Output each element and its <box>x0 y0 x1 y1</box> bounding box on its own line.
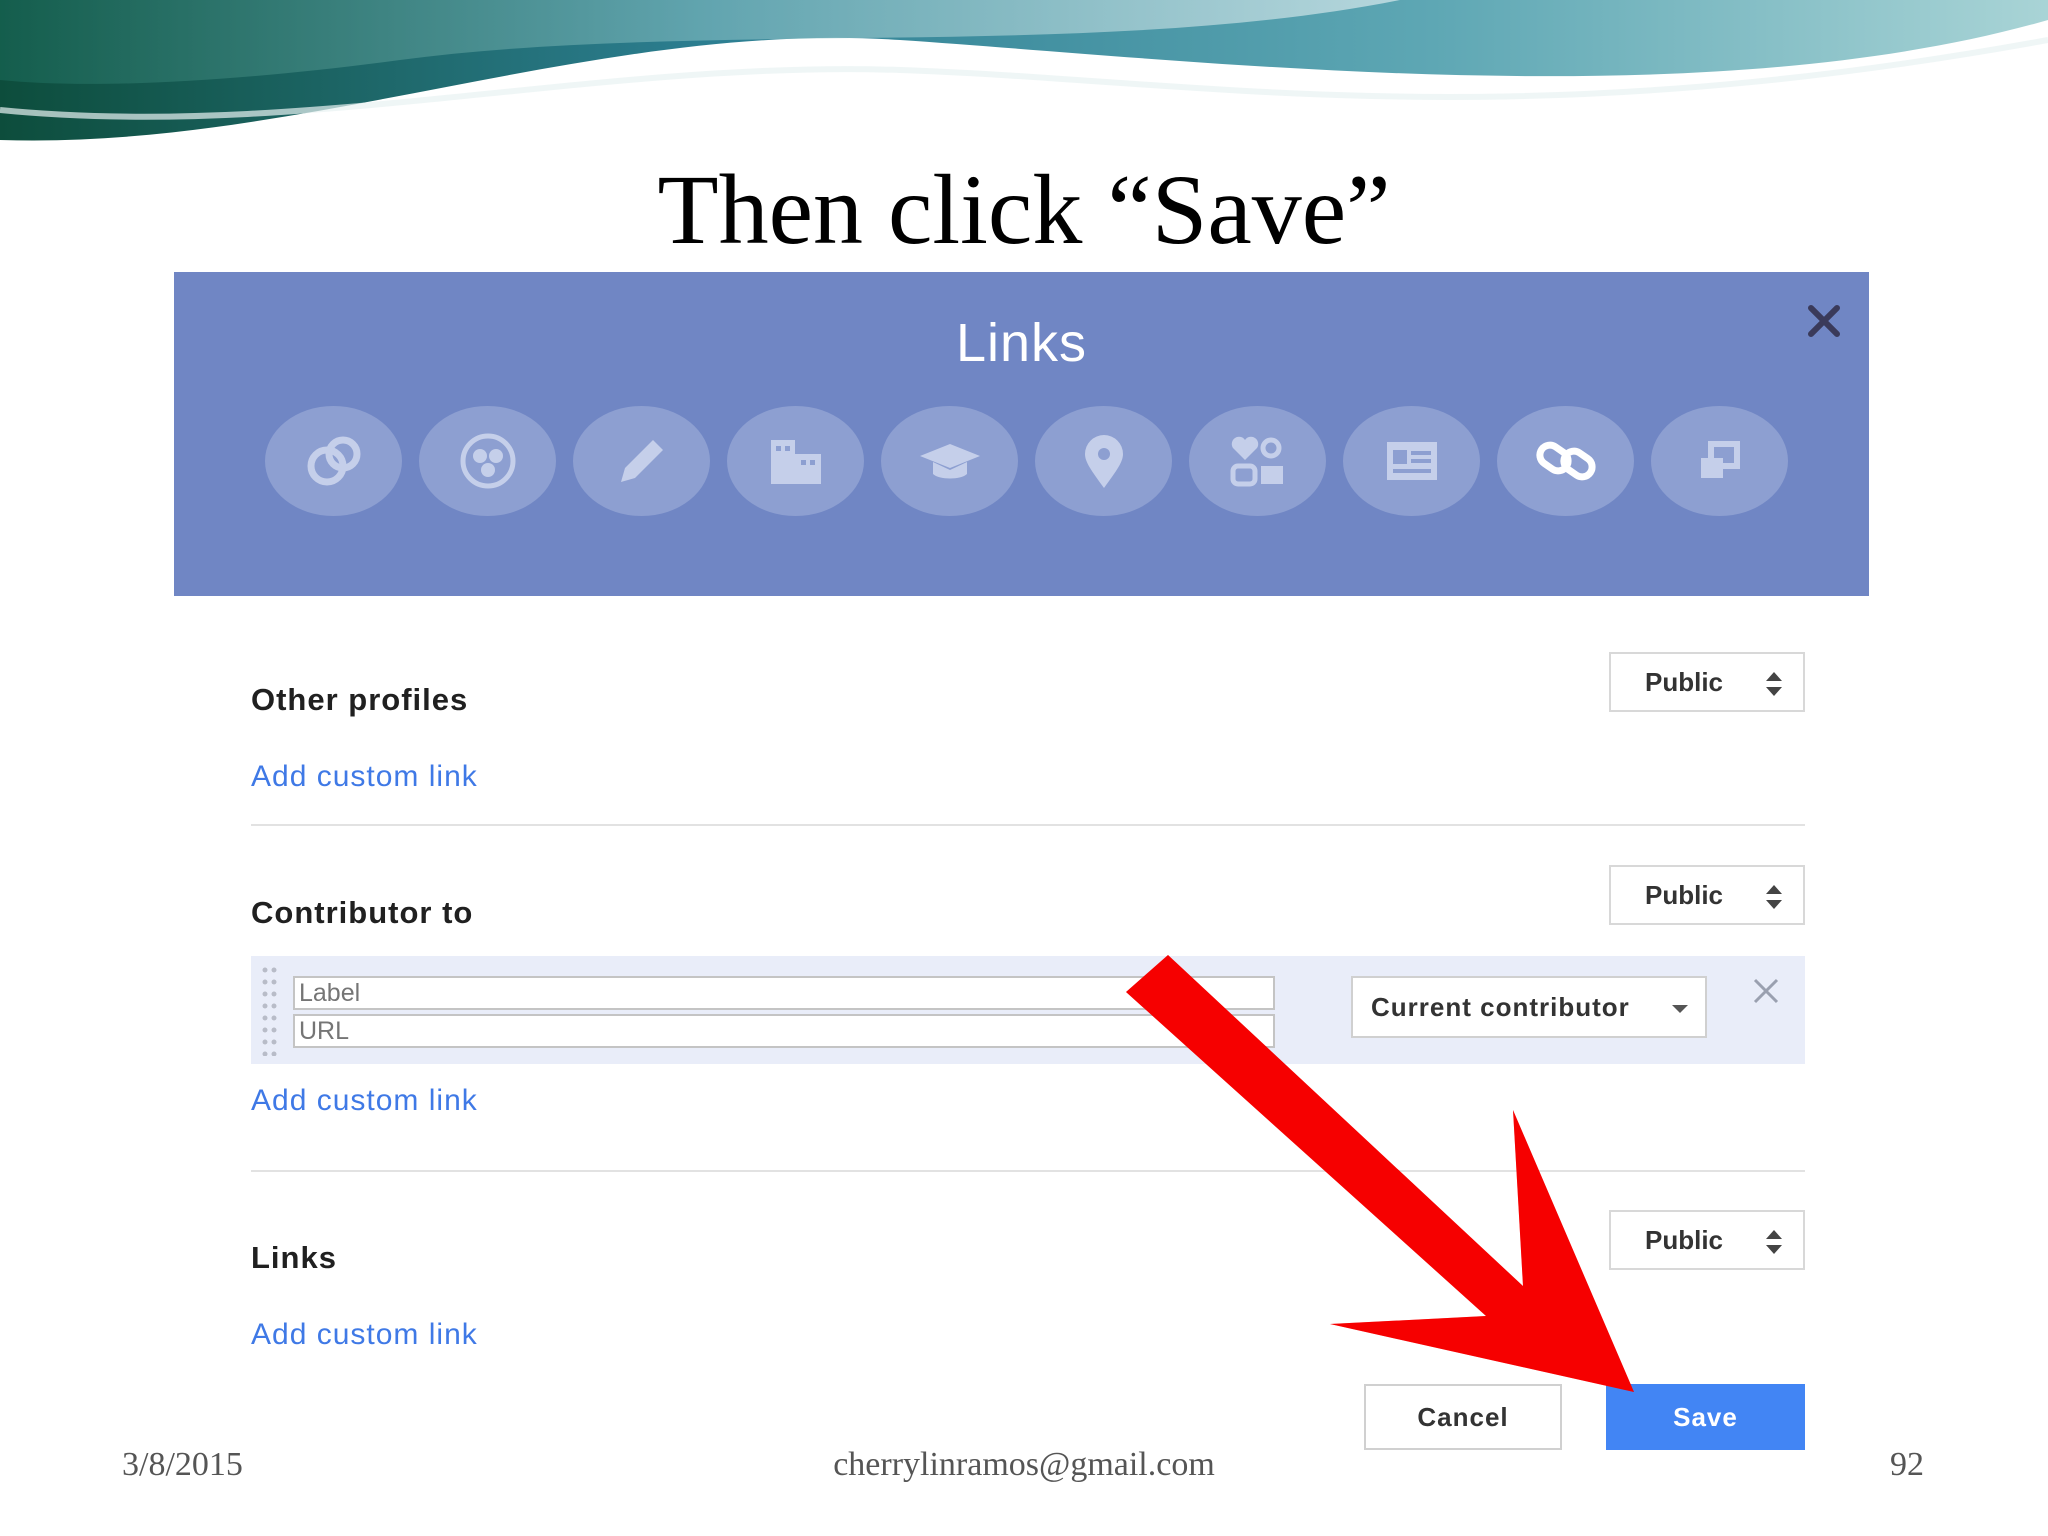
save-button[interactable]: Save <box>1606 1384 1805 1450</box>
gender-icon <box>1230 436 1283 487</box>
category-other[interactable] <box>1651 406 1788 516</box>
other-profiles-icon <box>1700 441 1740 478</box>
category-education[interactable] <box>881 406 1018 516</box>
link-icon <box>1535 441 1596 481</box>
drag-handle-icon[interactable] <box>261 964 279 1056</box>
category-circles[interactable] <box>419 406 556 516</box>
close-icon[interactable] <box>1799 296 1849 346</box>
chevron-down-icon <box>1672 1005 1688 1013</box>
dialog-title: Links <box>955 313 1088 373</box>
section-title: Other profiles <box>251 682 469 717</box>
page-number: 92 <box>1890 1446 1924 1483</box>
cancel-button[interactable]: Cancel <box>1364 1384 1562 1450</box>
category-places[interactable] <box>1035 406 1172 516</box>
section-contributor-to: Contributor to Public <box>251 865 1805 930</box>
footer-email: cherrylinramos@gmail.com <box>833 1446 1215 1483</box>
sort-arrows-icon <box>1766 1230 1782 1254</box>
contributor-status-select[interactable]: Current contributor <box>1351 976 1707 1038</box>
category-contact-info[interactable] <box>1343 406 1480 516</box>
sort-arrows-icon <box>1766 885 1782 909</box>
slide-banner-decoration <box>0 0 2048 141</box>
remove-row-icon[interactable] <box>1751 976 1781 1006</box>
privacy-select[interactable]: Public <box>1609 865 1805 925</box>
add-custom-link[interactable]: Add custom link <box>251 1084 478 1118</box>
privacy-value: Public <box>1645 880 1724 910</box>
category-google-plus[interactable] <box>265 406 402 516</box>
privacy-select[interactable]: Public <box>1609 652 1805 712</box>
category-icon-row <box>265 406 1788 516</box>
graduation-cap-icon <box>919 444 980 479</box>
category-about[interactable] <box>573 406 710 516</box>
category-work[interactable] <box>727 406 864 516</box>
section-title: Contributor to <box>251 895 474 930</box>
privacy-value: Public <box>1645 1225 1724 1255</box>
category-basic-info[interactable] <box>1189 406 1326 516</box>
location-pin-icon <box>1084 435 1123 488</box>
contributor-link-row: Current contributor <box>251 956 1805 1064</box>
contact-card-icon <box>1386 442 1437 480</box>
dialog-header: Links <box>174 272 1869 596</box>
slide-title: Then click “Save” <box>657 154 1391 265</box>
privacy-select[interactable]: Public <box>1609 1210 1805 1270</box>
contributor-status-value: Current contributor <box>1371 992 1630 1022</box>
url-input[interactable] <box>293 1014 1275 1048</box>
section-title: Links <box>251 1240 337 1275</box>
label-input[interactable] <box>293 976 1275 1010</box>
pencil-icon <box>620 440 663 482</box>
links-dialog: Links Other profiles Public Add custom l… <box>174 272 1869 1482</box>
section-other-profiles: Other profiles Public Add custom link <box>251 652 1805 852</box>
google-plus-circles-icon <box>307 436 360 486</box>
add-custom-link[interactable]: Add custom link <box>251 760 478 794</box>
building-icon <box>770 440 821 484</box>
divider <box>251 1170 1805 1172</box>
privacy-value: Public <box>1645 667 1724 697</box>
section-links: Links Public Add custom link <box>251 1210 1805 1352</box>
category-links[interactable] <box>1497 406 1634 516</box>
sort-arrows-icon <box>1766 672 1782 696</box>
add-custom-link[interactable]: Add custom link <box>251 1318 478 1352</box>
circles-icon <box>460 433 515 489</box>
divider <box>251 824 1805 826</box>
